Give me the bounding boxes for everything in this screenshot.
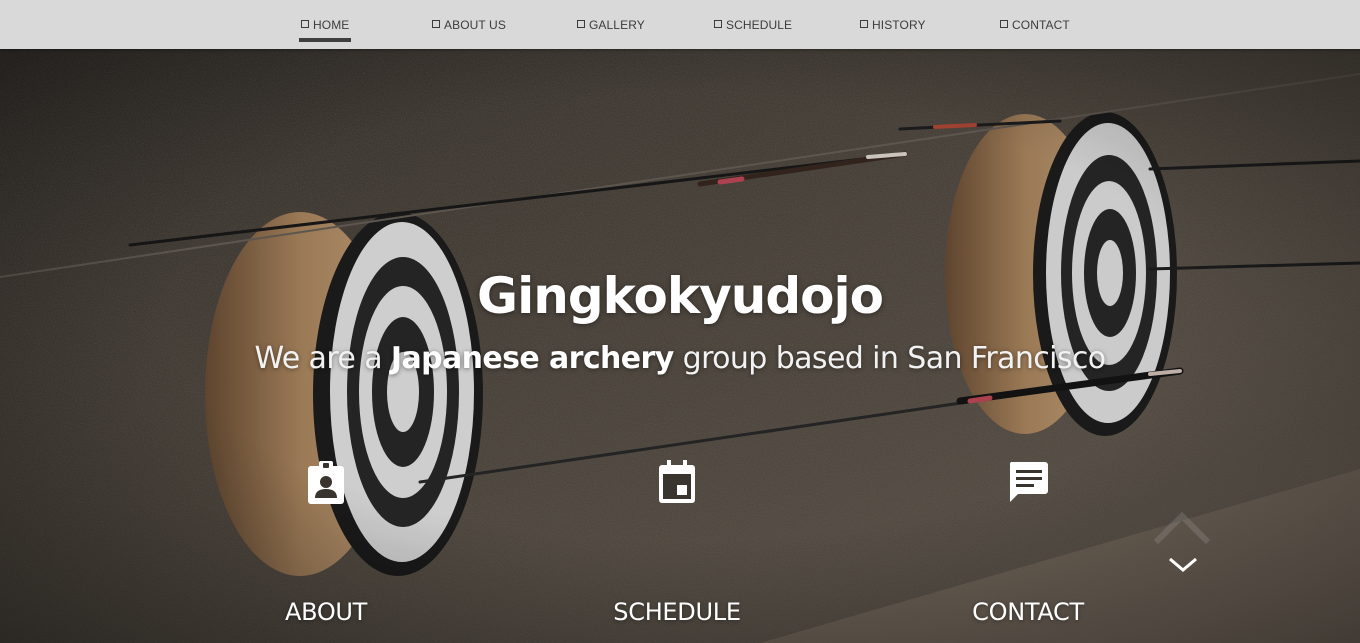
nav-item-label: HISTORY (872, 17, 926, 32)
nav-bullet-icon (714, 20, 722, 28)
nav-item-label: HOME (313, 17, 350, 32)
chat-message-icon[interactable] (1006, 458, 1050, 506)
nav-bullet-icon (301, 20, 309, 28)
nav-item-label: ABOUT US (444, 17, 506, 32)
tagline-highlight: Japanese archery (390, 341, 674, 376)
nav-item-schedule[interactable]: SCHEDULE (714, 0, 792, 49)
tagline-prefix: We are a (254, 341, 391, 376)
top-navigation-bar: HOME ABOUT US GALLERY SCHEDULE HISTORY C… (0, 0, 1360, 49)
tagline-suffix: group based in San Francisco (673, 341, 1107, 376)
nav-bullet-icon (1000, 20, 1008, 28)
nav-item-label: GALLERY (589, 17, 645, 32)
hero-title: Gingkokyudojo (477, 267, 884, 325)
nav-item-label: CONTACT (1012, 17, 1070, 32)
nav-item-history[interactable]: HISTORY (860, 0, 926, 49)
nav-item-about-us[interactable]: ABOUT US (432, 0, 506, 49)
nav-item-home[interactable]: HOME (298, 0, 352, 49)
calendar-event-icon[interactable] (655, 458, 699, 506)
nav-bullet-icon (860, 20, 868, 28)
nav-item-contact[interactable]: CONTACT (1000, 0, 1070, 49)
contact-badge-icon[interactable] (304, 458, 348, 506)
nav-bullet-icon (432, 20, 440, 28)
nav-item-label: SCHEDULE (726, 17, 793, 32)
chevron-down-icon[interactable] (1160, 552, 1206, 578)
nav-bullet-icon (577, 20, 585, 28)
feature-link-contact[interactable]: CONTACT (908, 598, 1148, 626)
feature-link-about[interactable]: ABOUT (206, 598, 446, 626)
hero-tagline: We are a Japanese archery group based in… (0, 341, 1360, 376)
feature-link-schedule[interactable]: SCHEDULE (557, 598, 797, 626)
nav-item-gallery[interactable]: GALLERY (577, 0, 645, 49)
